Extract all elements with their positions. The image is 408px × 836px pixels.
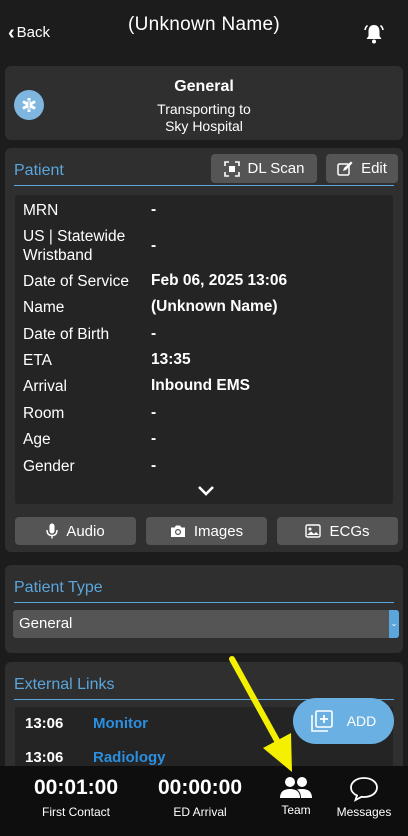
- info-label: ETA: [23, 352, 52, 369]
- audio-button[interactable]: Audio: [15, 517, 136, 545]
- dl-scan-button[interactable]: DL Scan: [211, 154, 317, 183]
- info-value: -: [151, 237, 157, 254]
- info-value: -: [151, 404, 157, 421]
- info-value: 13:35: [151, 351, 191, 368]
- first-contact-time: 00:01:00: [33, 776, 119, 799]
- team-label: Team: [281, 803, 311, 817]
- chevron-down-icon: ⌄: [389, 610, 399, 638]
- first-contact-label: First Contact: [41, 805, 110, 819]
- ed-arrival-label: ED Arrival: [173, 805, 227, 819]
- info-label: Gender: [23, 458, 75, 475]
- page-title: (Unknown Name): [127, 14, 281, 35]
- team-tab[interactable]: Team: [261, 776, 331, 817]
- images-label: Images: [193, 522, 244, 540]
- bottom-bar: 00:01:00 First Contact 00:00:00 ED Arriv…: [0, 766, 408, 836]
- messages-tab[interactable]: Messages: [329, 776, 399, 819]
- first-contact-timer: 00:01:00 First Contact: [24, 776, 128, 819]
- messages-icon: [350, 777, 378, 802]
- patient-heading: Patient: [14, 162, 64, 179]
- info-value: Feb 06, 2025 13:06: [151, 272, 288, 289]
- audio-label: Audio: [66, 522, 105, 540]
- destination-text: Transporting to Sky Hospital: [5, 101, 403, 135]
- microphone-icon: [46, 523, 59, 539]
- patient-type-panel: Patient Type General ⌄: [5, 565, 403, 653]
- link-time: 13:06: [25, 749, 64, 766]
- link-name[interactable]: Monitor: [93, 715, 148, 732]
- messages-label: Messages: [336, 805, 392, 819]
- info-label: Age: [23, 431, 51, 448]
- ed-arrival-timer: 00:00:00 ED Arrival: [148, 776, 252, 819]
- patient-type-heading: Patient Type: [14, 579, 103, 596]
- images-button[interactable]: Images: [146, 517, 267, 545]
- ecg-image-icon: [305, 524, 322, 538]
- edit-icon: [337, 161, 353, 176]
- list-item[interactable]: 13:06 Monitor: [25, 715, 148, 732]
- info-value: -: [151, 325, 157, 342]
- dl-scan-label: DL Scan: [247, 160, 305, 177]
- info-label: Arrival: [23, 378, 67, 395]
- team-icon: [280, 777, 312, 798]
- list-item[interactable]: 13:06 Radiology: [25, 749, 166, 766]
- ecgs-label: ECGs: [329, 522, 370, 540]
- patient-type-divider: [14, 602, 394, 603]
- link-name[interactable]: Radiology: [93, 749, 166, 766]
- patient-panel: Patient DL Scan Edit MRN - US | Statewid…: [5, 148, 403, 552]
- ed-arrival-time: 00:00:00: [157, 776, 243, 799]
- info-value: -: [151, 430, 157, 447]
- scan-icon: [223, 160, 240, 177]
- general-panel: General Transporting to Sky Hospital: [5, 66, 403, 140]
- ecgs-button[interactable]: ECGs: [277, 517, 398, 545]
- info-label: US | Statewide Wristband: [23, 228, 126, 264]
- camera-icon: [170, 525, 185, 537]
- patient-divider: [14, 185, 394, 186]
- add-button[interactable]: ADD: [293, 698, 394, 744]
- patient-type-select[interactable]: General ⌄: [13, 610, 399, 638]
- link-time: 13:06: [25, 715, 64, 732]
- info-label: Room: [23, 405, 65, 422]
- chevron-down-icon[interactable]: [197, 485, 215, 497]
- general-title: General: [174, 78, 234, 95]
- bell-alert-icon[interactable]: [362, 22, 386, 46]
- destination-line1: Transporting to: [157, 101, 251, 117]
- patient-info-table: MRN - US | Statewide Wristband - Date of…: [15, 195, 393, 504]
- info-label: MRN: [23, 202, 59, 219]
- info-value: (Unknown Name): [151, 298, 278, 315]
- info-label: Name: [23, 299, 65, 316]
- destination-line2: Sky Hospital: [165, 118, 243, 134]
- add-label: ADD: [346, 713, 377, 729]
- top-bar: ‹ Back (Unknown Name): [0, 0, 408, 64]
- edit-button[interactable]: Edit: [326, 154, 398, 183]
- add-image-icon: [310, 710, 333, 732]
- external-links-heading: External Links: [14, 676, 115, 693]
- patient-type-value: General: [19, 615, 73, 632]
- info-label: Date of Service: [23, 273, 129, 290]
- info-label: Date of Birth: [23, 326, 110, 343]
- info-value: -: [151, 457, 157, 474]
- info-value: -: [151, 201, 157, 218]
- edit-label: Edit: [361, 160, 387, 177]
- info-value: Inbound EMS: [151, 377, 251, 394]
